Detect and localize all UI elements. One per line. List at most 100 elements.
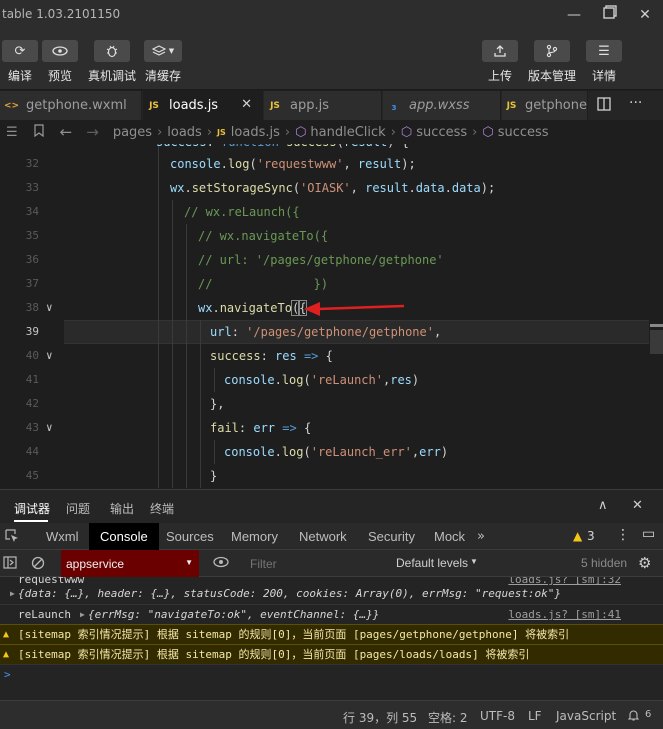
sidebar-toggle-icon[interactable] — [3, 556, 17, 572]
tab-debugger[interactable]: 调试器 — [14, 500, 50, 517]
tab-network[interactable]: Network — [299, 523, 347, 550]
js-file-icon: JS — [217, 127, 226, 137]
close-panel-icon[interactable]: ✕ — [632, 498, 643, 513]
eye-icon — [42, 40, 78, 62]
details-button[interactable]: ☰ 详情 — [586, 40, 622, 84]
compile-label: 编译 — [7, 69, 32, 83]
outline-icon[interactable]: ☰ — [6, 125, 18, 140]
breadcrumb-item[interactable]: success — [498, 125, 549, 140]
tab-loads-js[interactable]: JS loads.js ✕ — [143, 91, 263, 120]
close-window-icon[interactable]: ✕ — [633, 4, 657, 26]
upload-button[interactable]: 上传 — [482, 40, 518, 84]
console-toolbar: appservice ▼ Default levels ▼ 5 hidden ⚙ — [0, 550, 663, 577]
tab-wxml[interactable]: Wxml — [46, 523, 79, 550]
scrollbar-thumb[interactable] — [650, 330, 663, 354]
breadcrumb-item[interactable]: success — [416, 125, 467, 140]
source-link[interactable]: loads.js? [sm]:41 — [508, 605, 621, 624]
tab-label: getphone.wxml — [26, 98, 127, 113]
remote-debug-label: 真机调试 — [88, 69, 137, 83]
fold-chevron-icon[interactable]: ∨ — [46, 416, 58, 440]
clear-console-icon[interactable] — [31, 556, 45, 573]
console-prompt[interactable]: > — [0, 664, 663, 684]
code-line: 37 // }) — [25, 277, 329, 291]
tab-mock[interactable]: Mock — [434, 523, 465, 550]
code-line: 35 // wx.navigateTo({ — [25, 229, 329, 243]
live-expression-eye-icon[interactable] — [213, 556, 229, 571]
context-selector[interactable]: appservice ▼ — [61, 550, 199, 577]
method-icon: ⬡ — [400, 124, 413, 140]
close-tab-icon[interactable]: ✕ — [241, 97, 252, 112]
code-line: 36 // url: '/pages/getphone/getphone' — [25, 253, 444, 267]
line-ending[interactable]: LF — [528, 709, 542, 723]
chevron-up-icon[interactable]: ∧ — [598, 498, 608, 513]
js-file-icon: JS — [149, 100, 159, 111]
language-mode[interactable]: JavaScript — [556, 709, 616, 723]
fold-chevron-icon[interactable]: ∨ — [46, 344, 58, 368]
expand-triangle-icon[interactable]: ▶ — [80, 605, 85, 624]
preview-button[interactable]: 预览 — [42, 40, 78, 84]
indentation[interactable]: 空格: 2 — [428, 709, 468, 726]
hidden-count: 5 hidden — [581, 556, 628, 570]
status-bar: 行 39，列 55 空格: 2 UTF-8 LF JavaScript 6 — [0, 700, 663, 729]
bug-icon — [94, 40, 130, 62]
expand-triangle-icon[interactable]: ▶ — [10, 584, 15, 604]
more-actions-icon[interactable]: ··· — [629, 95, 642, 111]
tab-output[interactable]: 输出 — [110, 500, 134, 517]
js-file-icon: JS — [506, 100, 517, 111]
tab-problems[interactable]: 问题 — [66, 500, 90, 517]
context-value: appservice — [66, 557, 125, 571]
tab-security[interactable]: Security — [368, 523, 415, 550]
settings-gear-icon[interactable]: ⚙ — [638, 554, 651, 572]
cursor-position[interactable]: 行 39，列 55 — [343, 709, 417, 726]
annotation-arrow-icon — [304, 302, 405, 316]
scrollbar-marker[interactable] — [650, 324, 663, 327]
branch-icon — [534, 40, 570, 62]
remote-debug-button[interactable]: 真机调试 — [88, 40, 136, 84]
breadcrumb-item[interactable]: loads — [167, 125, 202, 140]
log-levels-dropdown[interactable]: Default levels — [396, 556, 468, 570]
code-line: 45 } — [25, 469, 218, 483]
split-editor-icon[interactable] — [597, 97, 611, 114]
more-tabs-icon[interactable]: » — [477, 529, 485, 544]
tab-memory[interactable]: Memory — [231, 523, 278, 550]
code-line: 43 ∨ fail: err => { — [0, 416, 663, 440]
forward-arrow-icon[interactable]: → — [86, 123, 99, 141]
bell-icon[interactable] — [627, 709, 640, 724]
encoding[interactable]: UTF-8 — [480, 709, 515, 723]
kebab-menu-icon[interactable]: ⋮ — [616, 527, 630, 543]
breadcrumb-item[interactable]: loads.js — [231, 125, 280, 140]
code-line: 42 }, — [25, 397, 225, 411]
tab-sources[interactable]: Sources — [166, 523, 214, 550]
tab-app-js[interactable]: JS app.js — [264, 91, 382, 120]
code-line: 32 console.log('requestwww', result); — [25, 157, 416, 171]
dock-icon[interactable]: ▭ — [642, 526, 655, 542]
filter-input[interactable] — [244, 553, 384, 574]
breadcrumb-item[interactable]: handleClick — [310, 125, 385, 140]
wxss-file-icon: ₃ — [391, 98, 397, 113]
inspect-element-icon[interactable] — [5, 529, 19, 546]
warning-icon[interactable]: ▲ — [573, 529, 582, 543]
tab-label: app.js — [290, 98, 329, 113]
warning-icon: ▲ — [3, 629, 10, 640]
code-editor[interactable]: success: function success(result) { 32 c… — [0, 144, 663, 488]
maximize-icon[interactable] — [598, 4, 622, 26]
tab-app-wxss[interactable]: ₃ app.wxss — [383, 91, 501, 120]
breadcrumb-item[interactable]: pages — [113, 125, 152, 140]
fold-chevron-icon[interactable]: ∨ — [46, 296, 58, 320]
version-button[interactable]: 版本管理 — [528, 40, 576, 84]
back-arrow-icon[interactable]: ← — [60, 123, 73, 141]
tab-console[interactable]: Console — [89, 523, 159, 550]
tab-terminal[interactable]: 终端 — [150, 500, 174, 517]
clear-cache-button[interactable]: ▼ 清缓存 — [144, 40, 182, 84]
code-line: 40 ∨ success: res => { — [0, 344, 663, 368]
version-label: 版本管理 — [528, 69, 577, 83]
tab-getphone-js[interactable]: JS getphone — [502, 91, 588, 120]
refresh-icon: ⟳ — [2, 40, 38, 62]
minimize-icon[interactable]: — — [562, 4, 586, 26]
upload-icon — [482, 40, 518, 62]
bookmark-icon[interactable] — [34, 123, 44, 141]
tab-getphone-wxml[interactable]: <> getphone.wxml — [0, 91, 142, 120]
compile-button[interactable]: ⟳ 编译 — [2, 40, 38, 84]
console-output[interactable]: requestwww loads.js? [sm]:32 ▶ {data: {…… — [0, 577, 663, 700]
dropdown-arrow-icon: ▼ — [185, 558, 193, 567]
